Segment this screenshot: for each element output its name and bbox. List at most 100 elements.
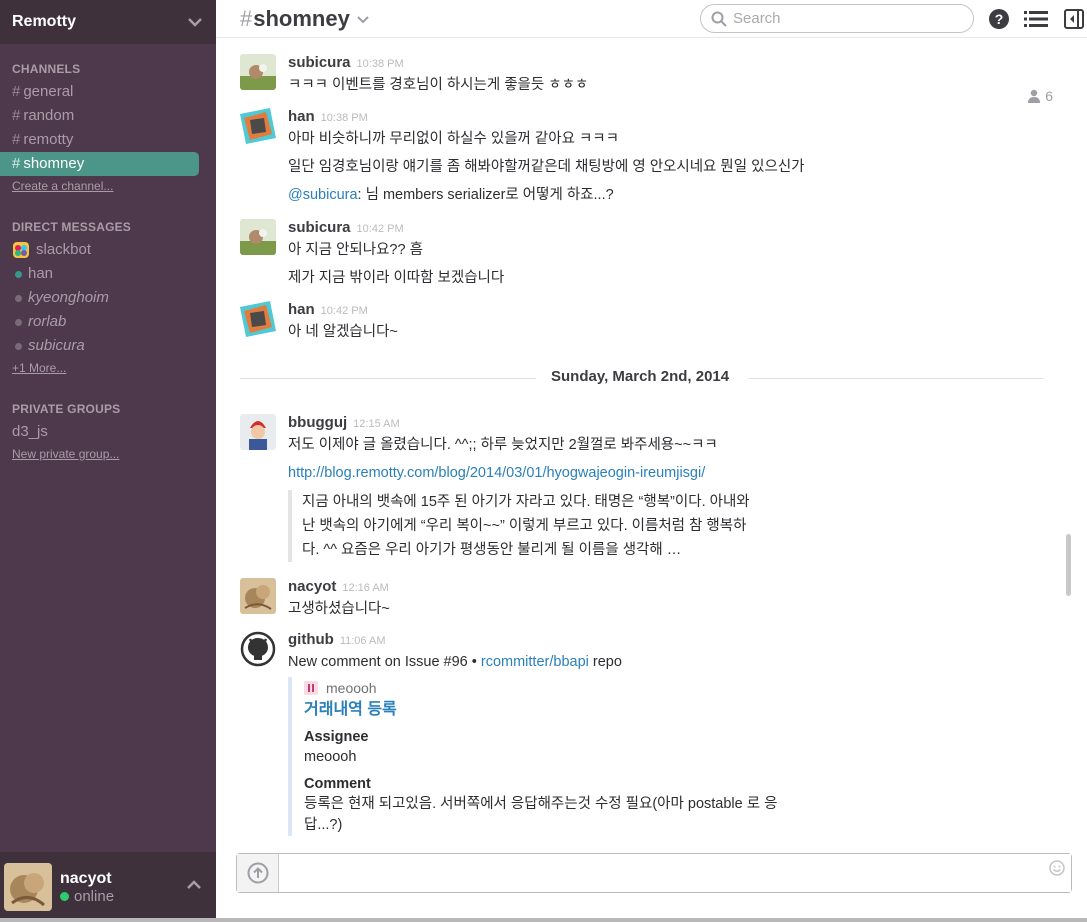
chevron-down-icon xyxy=(357,15,369,23)
message: subicura 10:38 PM ㅋㅋㅋ 이벤트를 경호님이 하시는게 좋을듯 … xyxy=(240,54,1040,96)
message-timestamp[interactable]: 11:06 AM xyxy=(340,635,386,647)
private-groups-header[interactable]: PRIVATE GROUPS xyxy=(12,402,204,416)
message-text: 고생하셨습니다~ xyxy=(288,601,390,617)
sidebar-item-random[interactable]: # random xyxy=(0,104,216,128)
search-box[interactable] xyxy=(700,4,974,33)
channel-header: # shomney ? xyxy=(216,0,1087,38)
attachment: meoooh 거래내역 등록 Assignee meoooh Comment 등… xyxy=(288,677,788,836)
message-text: 일단 임경호님이랑 얘기를 좀 해봐야할꺼같은데 채팅방에 영 안오시네요 뭔일… xyxy=(288,159,805,175)
channel-name: random xyxy=(23,107,75,124)
emoji-icon[interactable] xyxy=(1049,860,1065,876)
scrollbar[interactable] xyxy=(1066,534,1071,596)
dm-name: kyeonghoim xyxy=(28,289,109,306)
team-name: Remotty xyxy=(12,13,77,30)
sidebar-item-han[interactable]: han xyxy=(0,262,216,286)
sidebar-item-kyeonghoim[interactable]: kyeonghoim xyxy=(0,286,216,310)
field-value-link[interactable]: meoooh xyxy=(304,747,788,768)
avatar[interactable] xyxy=(240,54,276,90)
avatar[interactable] xyxy=(240,301,276,337)
sidebar-item-general[interactable]: # general xyxy=(0,80,216,104)
panel-collapse-icon xyxy=(1064,9,1084,29)
new-private-group-link[interactable]: New private group... xyxy=(0,444,216,466)
presence-away-icon xyxy=(15,342,22,350)
user-status: online xyxy=(60,888,114,905)
more-dms-link[interactable]: +1 More... xyxy=(0,358,216,380)
message-text: 아마 비슷하니까 무리없이 하실수 있을꺼 같아요 ㅋㅋㅋ xyxy=(288,131,619,147)
message-timestamp[interactable]: 10:38 PM xyxy=(321,112,368,124)
user-menu[interactable]: nacyot online xyxy=(0,852,216,922)
channel-title[interactable]: # shomney xyxy=(240,6,370,32)
search-input[interactable] xyxy=(733,10,953,27)
message-input[interactable] xyxy=(279,854,1071,892)
create-channel-link[interactable]: Create a channel... xyxy=(0,176,216,198)
avatar[interactable] xyxy=(240,578,276,614)
channels-header[interactable]: CHANNELS xyxy=(12,62,204,76)
message-timestamp[interactable]: 12:16 AM xyxy=(342,582,388,594)
hash-icon: # xyxy=(12,107,21,124)
sidebar-item-remotty[interactable]: # remotty xyxy=(0,128,216,152)
avatar[interactable] xyxy=(240,108,276,144)
user-name: nacyot xyxy=(60,869,112,887)
sidebar-item-shomney[interactable]: # shomney xyxy=(0,152,199,176)
day-divider-label: Sunday, March 2nd, 2014 xyxy=(551,368,730,385)
message-author[interactable]: subicura xyxy=(288,54,351,71)
attachment-author-name: meoooh xyxy=(326,680,377,696)
link-preview: 지금 아내의 뱃속에 15주 된 아기가 자라고 있다. 태명은 “행복”이다.… xyxy=(288,490,798,562)
message-text-prefix: New comment on Issue #96 • xyxy=(288,654,481,670)
presence-away-icon xyxy=(15,318,22,326)
sidebar-item-slackbot[interactable]: slackbot xyxy=(0,238,216,262)
message-author[interactable]: nacyot xyxy=(288,578,336,595)
message-text-rest: : 님 members serializer로 어떻게 하죠...? xyxy=(357,187,614,203)
direct-messages-header[interactable]: DIRECT MESSAGES xyxy=(12,220,204,234)
chevron-up-icon[interactable] xyxy=(186,878,202,890)
message-text: 아 지금 안되나요?? 흠 xyxy=(288,242,423,258)
field-title: Assignee xyxy=(304,729,369,745)
toggle-flexpane-button[interactable] xyxy=(1061,6,1087,32)
message-author[interactable]: github xyxy=(288,631,334,648)
sidebar-item-d3-js[interactable]: d3_js xyxy=(0,420,216,444)
upload-button[interactable] xyxy=(237,854,279,892)
sidebar-item-rorlab[interactable]: rorlab xyxy=(0,310,216,334)
message-author[interactable]: subicura xyxy=(288,219,351,236)
sidebar-item-subicura[interactable]: subicura xyxy=(0,334,216,358)
message-timestamp[interactable]: 10:38 PM xyxy=(357,58,404,70)
blog-link[interactable]: http://blog.remotty.com/blog/2014/03/01/… xyxy=(288,465,705,481)
dm-name: han xyxy=(28,265,54,282)
message-text: 제가 지금 밖이라 이따함 보겠습니다 xyxy=(288,270,505,286)
presence-online-icon xyxy=(15,270,22,278)
avatar[interactable] xyxy=(240,219,276,255)
message-text-suffix: repo xyxy=(588,654,622,670)
message-timestamp[interactable]: 10:42 PM xyxy=(357,223,404,235)
attachment-title[interactable]: 거래내역 등록 xyxy=(304,699,788,721)
avatar[interactable] xyxy=(240,414,276,450)
preview-text: 난 뱃속의 아기에게 “우리 복이~~” 이렇게 부르고 있다. 이름처럼 참 … xyxy=(302,518,747,534)
list-icon xyxy=(1024,11,1048,27)
attachment-author[interactable]: meoooh xyxy=(304,677,788,699)
message-timestamp[interactable]: 12:15 AM xyxy=(353,418,399,430)
message-author[interactable]: han xyxy=(288,108,315,125)
help-button[interactable]: ? xyxy=(986,6,1012,32)
message: subicura 10:42 PM 아 지금 안되나요?? 흠 제가 지금 밖이라… xyxy=(240,219,1040,289)
dm-name: subicura xyxy=(28,337,85,354)
dm-list: slackbot han kyeonghoim rorlab subicura xyxy=(0,238,216,358)
dm-name: slackbot xyxy=(36,241,92,258)
channel-list-button[interactable] xyxy=(1023,6,1049,32)
hash-icon: # xyxy=(12,131,21,148)
user-mention[interactable]: @subicura xyxy=(288,187,358,203)
window-bottom-border xyxy=(0,918,1087,922)
github-icon[interactable] xyxy=(240,631,276,667)
message-text: New comment on Issue #96 • rcommitter/bb… xyxy=(288,651,1040,673)
repo-link[interactable]: rcommitter/bbapi xyxy=(481,654,589,670)
field-value: 등록은 현재 되고있음. 서버쪽에서 응답해주는것 수정 필요(아마 posta… xyxy=(304,796,778,833)
presence-online-icon xyxy=(60,891,69,901)
user-info: nacyot online xyxy=(60,870,114,905)
message-text: ㅋㅋㅋ 이벤트를 경호님이 하시는게 좋을듯 ㅎㅎㅎ xyxy=(288,77,589,93)
divider-line xyxy=(240,378,536,379)
message-author[interactable]: bbugguj xyxy=(288,414,347,431)
group-list: d3_js xyxy=(0,420,216,444)
message-timestamp[interactable]: 10:42 PM xyxy=(321,305,368,317)
user-status-text: online xyxy=(74,887,115,905)
message: bbugguj 12:15 AM 저도 이제야 글 올렸습니다. ^^;; 하루 … xyxy=(240,414,1040,562)
message-author[interactable]: han xyxy=(288,301,315,318)
team-menu[interactable]: Remotty xyxy=(0,0,216,44)
